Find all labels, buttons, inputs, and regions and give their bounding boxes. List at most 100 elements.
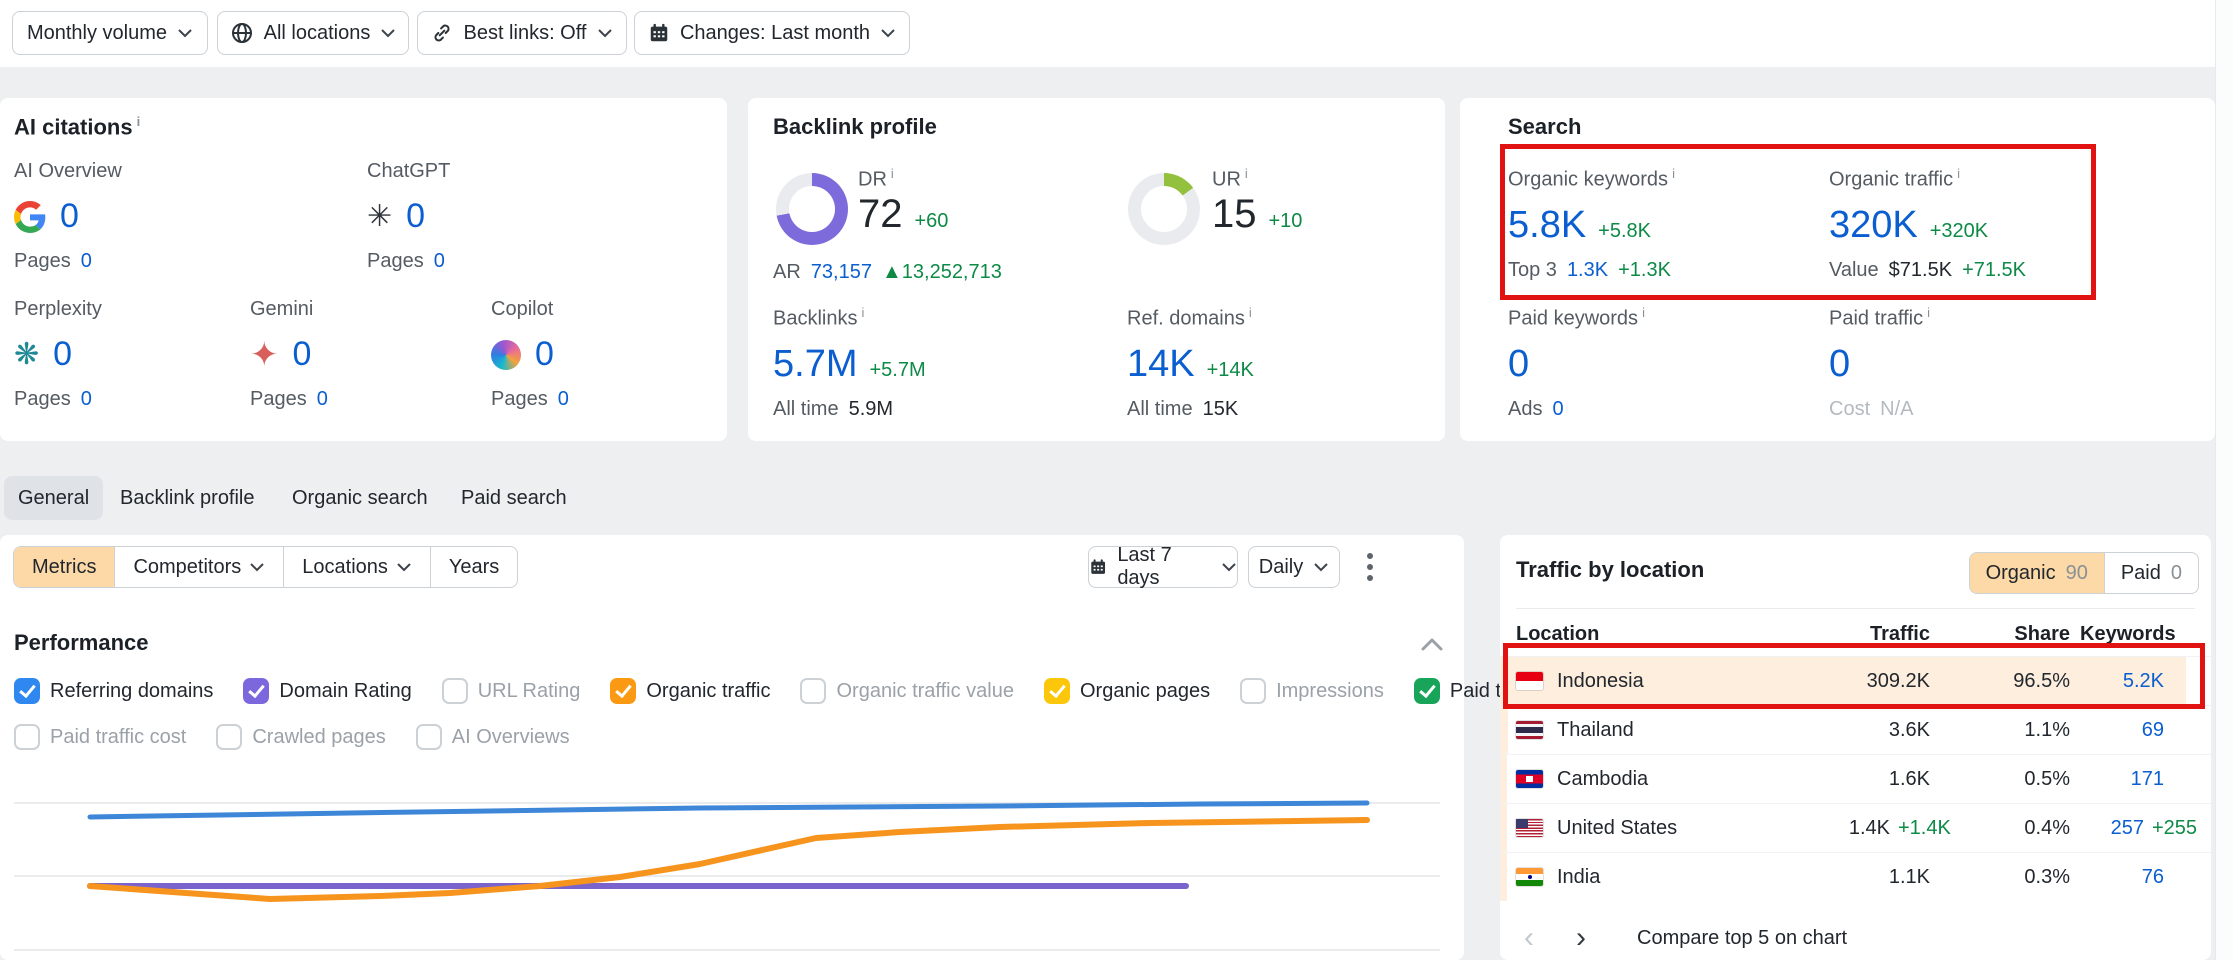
compare-top5-button[interactable]: Compare top 5 on chart — [1637, 927, 1847, 950]
toggle-paid[interactable]: Paid0 — [2104, 553, 2198, 593]
table-row-indonesia[interactable]: Indonesia 309.2K 96.5% 5.2K — [1500, 656, 2211, 705]
checkbox-organic-traffic[interactable]: Organic traffic — [610, 678, 770, 704]
backlinks-metric: Backlinksi 5.7M+5.7M All time5.9M — [773, 305, 926, 421]
ai-overview-pages-link[interactable]: 0 — [81, 250, 92, 273]
ref-domains-value[interactable]: 14K — [1127, 343, 1195, 386]
changes-dropdown[interactable]: Changes: Last month — [634, 11, 910, 55]
segment-locations[interactable]: Locations — [283, 547, 430, 587]
gemini-pages-link[interactable]: 0 — [317, 388, 328, 411]
info-icon[interactable]: i — [891, 166, 894, 181]
toggle-organic[interactable]: Organic90 — [1970, 553, 2104, 593]
table-row-united-states[interactable]: United States 1.4K +1.4K 0.4% 257 +255 — [1500, 803, 2211, 852]
perplexity-icon: ❋ — [14, 340, 39, 370]
chevron-down-icon — [1313, 562, 1329, 572]
flag-india-icon — [1516, 868, 1543, 886]
checkbox-impressions[interactable]: Impressions — [1240, 678, 1384, 704]
keywords-link[interactable]: 69 — [2080, 706, 2164, 754]
paid-keywords-metric: Paid keywordsi 0 Ads0 — [1508, 305, 1645, 421]
share-bar — [1500, 853, 1507, 901]
info-icon[interactable]: i — [861, 305, 864, 320]
segment-years[interactable]: Years — [430, 547, 517, 587]
table-row-thailand[interactable]: Thailand 3.6K 1.1% 69 — [1500, 705, 2211, 754]
column-header-traffic[interactable]: Traffic — [1800, 623, 1930, 646]
ur-delta: +10 — [1269, 210, 1303, 233]
checkbox-domain-rating[interactable]: Domain Rating — [243, 678, 411, 704]
best-links-dropdown[interactable]: Best links: Off — [417, 11, 627, 55]
checkbox-paid-traffic-cost[interactable]: Paid traffic cost — [14, 724, 186, 750]
flag-united-states-icon — [1516, 819, 1543, 837]
segment-competitors[interactable]: Competitors — [114, 547, 283, 587]
kebab-menu[interactable] — [1360, 551, 1380, 585]
ar-link[interactable]: 73,157 — [811, 261, 872, 284]
calendar-icon — [1089, 557, 1107, 577]
ads-link[interactable]: 0 — [1552, 398, 1563, 421]
paid-keywords-value[interactable]: 0 — [1508, 343, 1529, 386]
copilot-count[interactable]: 0 — [535, 335, 554, 374]
metric-checkbox-row-2: Paid traffic cost Crawled pages AI Overv… — [14, 724, 570, 750]
keywords-link[interactable]: 171 — [2080, 755, 2164, 803]
info-icon[interactable]: i — [1927, 305, 1930, 320]
top3-link[interactable]: 1.3K — [1567, 259, 1608, 282]
divider — [1516, 608, 2195, 609]
checkbox-organic-pages[interactable]: Organic pages — [1044, 678, 1210, 704]
column-header-keywords[interactable]: Keywords — [2080, 623, 2164, 646]
ai-overview-count[interactable]: 0 — [60, 197, 79, 236]
tab-backlink-profile[interactable]: Backlink profile — [106, 476, 269, 520]
table-row-cambodia[interactable]: Cambodia 1.6K 0.5% 171 — [1500, 754, 2211, 803]
info-icon[interactable]: i — [1245, 166, 1248, 181]
checkbox-url-rating[interactable]: URL Rating — [442, 678, 581, 704]
keywords-link[interactable]: 76 — [2080, 853, 2164, 901]
paid-traffic-metric: Paid traffici 0 CostN/A — [1829, 305, 1930, 421]
gemini-count[interactable]: 0 — [293, 335, 312, 374]
traffic-by-location-title: Traffic by location — [1516, 557, 1704, 583]
chevron-down-icon — [880, 28, 896, 38]
backlink-profile-card: Backlink profile DRi 72+60 AR 73,157 ▲13… — [748, 98, 1445, 441]
metric-checkbox-row-1: Referring domains Domain Rating URL Rati… — [14, 678, 1544, 704]
paid-traffic-value[interactable]: 0 — [1829, 343, 1850, 386]
scrollbar-track[interactable] — [2215, 0, 2233, 960]
flag-thailand-icon — [1516, 721, 1543, 739]
locations-dropdown[interactable]: All locations — [217, 11, 409, 55]
checkbox-ai-overviews[interactable]: AI Overviews — [416, 724, 570, 750]
tab-general[interactable]: General — [4, 476, 103, 520]
tab-organic-search[interactable]: Organic search — [278, 476, 442, 520]
perplexity-pages-link[interactable]: 0 — [81, 388, 92, 411]
date-range-dropdown[interactable]: Last 7 days — [1088, 546, 1238, 588]
info-icon[interactable]: i — [1249, 305, 1252, 320]
info-icon[interactable]: i — [1642, 305, 1645, 320]
dr-value: 72 — [858, 192, 903, 237]
copilot-pages-link[interactable]: 0 — [558, 388, 569, 411]
organic-traffic-value[interactable]: 320K — [1829, 204, 1918, 247]
ref-domains-metric: Ref. domainsi 14K+14K All time15K — [1127, 305, 1254, 421]
performance-title: Performance — [14, 630, 149, 656]
ur-metric: URi 15+10 — [1212, 166, 1302, 237]
column-header-share[interactable]: Share — [1960, 623, 2070, 646]
top-toolbar: Monthly volume All locations Best links:… — [0, 0, 2233, 67]
keywords-link[interactable]: 5.2K — [2080, 657, 2164, 705]
checkbox-organic-traffic-value[interactable]: Organic traffic value — [800, 678, 1014, 704]
info-icon[interactable]: i — [137, 114, 141, 129]
backlinks-value[interactable]: 5.7M — [773, 343, 857, 386]
granularity-dropdown[interactable]: Daily — [1248, 546, 1340, 588]
ref-domains-delta: +14K — [1207, 359, 1254, 382]
perplexity-count[interactable]: 0 — [53, 335, 72, 374]
info-icon[interactable]: i — [1957, 166, 1960, 181]
next-page-chevron-icon[interactable]: › — [1576, 923, 1586, 953]
ai-citations-card: AI citationsi AI Overview 0 Pages0 ChatG… — [0, 98, 727, 441]
chatgpt-pages-link[interactable]: 0 — [434, 250, 445, 273]
checkbox-referring-domains[interactable]: Referring domains — [14, 678, 213, 704]
organic-keywords-value[interactable]: 5.8K — [1508, 204, 1586, 247]
collapse-chevron-up-icon[interactable] — [1418, 635, 1446, 653]
monthly-volume-dropdown[interactable]: Monthly volume — [12, 11, 208, 55]
dr-donut-chart — [776, 173, 848, 245]
tab-paid-search[interactable]: Paid search — [447, 476, 581, 520]
chatgpt-count[interactable]: 0 — [406, 197, 425, 236]
chatgpt-icon: ✳ — [367, 202, 392, 232]
segment-metrics[interactable]: Metrics — [14, 547, 114, 587]
column-header-location[interactable]: Location — [1516, 623, 1599, 646]
checkbox-crawled-pages[interactable]: Crawled pages — [216, 724, 385, 750]
info-icon[interactable]: i — [1672, 166, 1675, 181]
keywords-link[interactable]: 257 — [2060, 804, 2144, 852]
prev-page-chevron-icon[interactable]: ‹ — [1524, 923, 1534, 953]
table-row-india[interactable]: India 1.1K 0.3% 76 — [1500, 852, 2211, 901]
